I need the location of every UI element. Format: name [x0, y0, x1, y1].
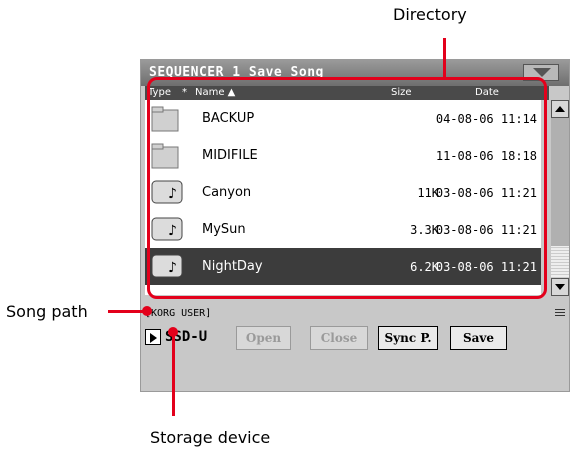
sync-p-button[interactable]: Sync P. — [378, 326, 438, 350]
chevron-up-icon — [555, 106, 565, 112]
song-path-callout-line — [108, 310, 145, 313]
song-path-callout-label: Song path — [6, 302, 88, 321]
directory-highlight-box — [147, 77, 547, 299]
scroll-up-button[interactable] — [551, 100, 569, 118]
directory-callout-label: Directory — [393, 5, 467, 24]
song-path-callout-dot — [142, 306, 152, 316]
chevron-down-icon — [555, 284, 565, 290]
close-button[interactable]: Close — [310, 326, 368, 350]
chevron-down-icon — [533, 68, 551, 77]
save-button[interactable]: Save — [450, 326, 507, 350]
open-button[interactable]: Open — [236, 326, 291, 350]
scroll-thumb[interactable] — [551, 246, 569, 278]
storage-device-callout-dot — [168, 327, 178, 337]
song-path-bar: [KORG USER] — [145, 308, 565, 322]
list-scrollbar[interactable] — [551, 100, 569, 296]
menu-lines-icon[interactable] — [555, 308, 565, 318]
storage-device-callout-line — [172, 332, 175, 416]
directory-callout-line — [443, 38, 446, 78]
play-arrow-icon — [150, 333, 157, 343]
scroll-down-button[interactable] — [551, 278, 569, 296]
storage-device-callout-label: Storage device — [150, 428, 271, 447]
device-selector-button[interactable] — [145, 329, 161, 345]
song-path-text: [KORG USER] — [145, 308, 212, 319]
